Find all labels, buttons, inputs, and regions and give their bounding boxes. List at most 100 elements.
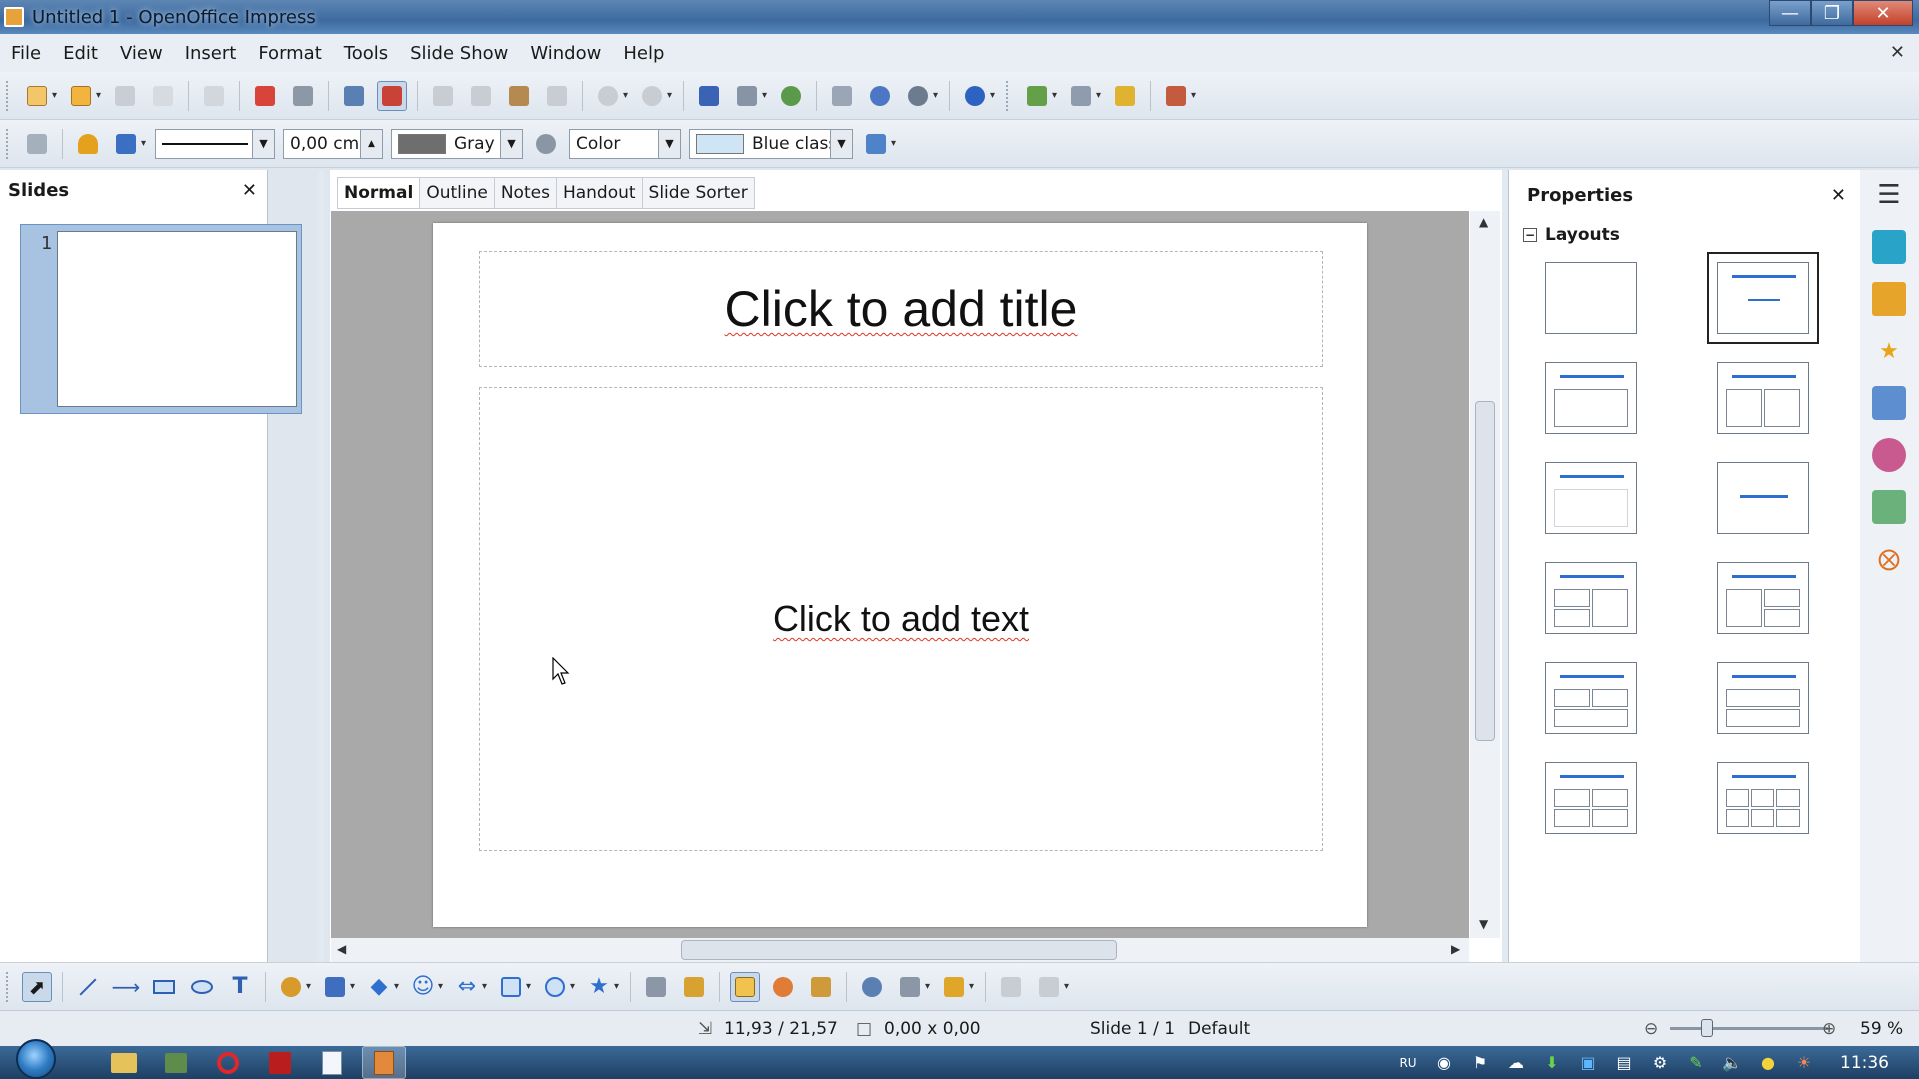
clone-formatting-icon[interactable] xyxy=(542,81,572,111)
table-dropdown-icon[interactable]: ▾ xyxy=(762,90,772,101)
close-window-button[interactable]: ✕ xyxy=(1853,0,1913,26)
glue-points-icon[interactable] xyxy=(679,972,709,1002)
slide-layout-dropdown-icon[interactable]: ▾ xyxy=(1096,90,1106,101)
layouts-section-header[interactable]: − Layouts xyxy=(1509,220,1860,250)
points-icon[interactable] xyxy=(641,972,671,1002)
layout-title-only[interactable] xyxy=(1545,462,1637,534)
slide-dropdown-icon[interactable]: ▾ xyxy=(1052,90,1062,101)
menu-file[interactable]: File xyxy=(0,43,52,64)
layout-content-over-two[interactable] xyxy=(1545,662,1637,734)
slide-icon[interactable] xyxy=(1022,81,1052,111)
menu-insert[interactable]: Insert xyxy=(174,43,248,64)
table-icon[interactable] xyxy=(732,81,762,111)
vertical-scroll-thumb[interactable] xyxy=(1475,401,1495,741)
styles-icon[interactable] xyxy=(22,129,52,159)
arrow-tool-icon[interactable]: ⟶ xyxy=(111,972,141,1002)
callouts-icon[interactable] xyxy=(540,972,570,1002)
styles-deck-icon[interactable] xyxy=(1872,438,1906,472)
arrow-style-icon[interactable] xyxy=(111,129,141,159)
writer-taskbar-icon[interactable] xyxy=(310,1046,354,1079)
export-pdf-icon[interactable] xyxy=(250,81,280,111)
cloud-icon[interactable]: ☁ xyxy=(1505,1052,1527,1074)
collapse-icon[interactable]: − xyxy=(1523,228,1537,242)
curve-icon[interactable] xyxy=(276,972,306,1002)
spin-icon[interactable]: ▲ xyxy=(360,129,382,158)
arrow-style-dropdown-icon[interactable]: ▾ xyxy=(141,138,151,149)
redo-icon[interactable] xyxy=(637,81,667,111)
horizontal-scroll-thumb[interactable] xyxy=(681,940,1117,960)
action-center-flag-icon[interactable]: ⚑ xyxy=(1469,1052,1491,1074)
network-icon[interactable]: ▤ xyxy=(1613,1052,1635,1074)
restore-button[interactable]: ❐ xyxy=(1811,0,1853,26)
fontwork-icon[interactable] xyxy=(776,81,806,111)
body-placeholder[interactable]: Click to add text xyxy=(479,387,1323,851)
start-button[interactable] xyxy=(16,1038,56,1079)
properties-deck-icon[interactable] xyxy=(1872,230,1906,264)
line-color-select[interactable]: Gray 6 ▼ xyxy=(391,128,523,159)
arrange-dropdown-icon[interactable]: ▾ xyxy=(969,981,979,992)
menu-slide-show[interactable]: Slide Show xyxy=(399,43,519,64)
copy-icon[interactable] xyxy=(466,81,496,111)
tab-outline[interactable]: Outline xyxy=(420,177,495,209)
chevron-down-icon[interactable]: ▼ xyxy=(830,129,852,158)
curve-dropdown-icon[interactable]: ▾ xyxy=(306,981,316,992)
area-style-select[interactable]: Color ▼ xyxy=(569,128,681,159)
select-icon[interactable]: ⬈ xyxy=(22,971,52,1002)
arrange-icon[interactable] xyxy=(939,972,969,1002)
custom-animation-deck-icon[interactable]: ★ xyxy=(1872,334,1906,368)
spellcheck-icon[interactable] xyxy=(339,81,369,111)
callouts-dropdown-icon[interactable]: ▾ xyxy=(570,981,580,992)
pdf-reader-taskbar-icon[interactable] xyxy=(258,1046,302,1079)
toolbar-overflow-icon[interactable]: ▾ xyxy=(891,138,901,149)
opera-taskbar-icon[interactable] xyxy=(206,1046,250,1079)
slide-layout-icon[interactable] xyxy=(1066,81,1096,111)
undo-icon[interactable] xyxy=(593,81,623,111)
app-taskbar-icon[interactable] xyxy=(154,1046,198,1079)
tab-notes[interactable]: Notes xyxy=(494,177,557,209)
symbol-shapes-icon[interactable]: ☺ xyxy=(408,972,438,1002)
toolbar-overflow-icon[interactable]: ▾ xyxy=(990,90,1000,101)
connector-icon[interactable] xyxy=(320,972,350,1002)
layout-blank[interactable] xyxy=(1545,262,1637,334)
layout-title-two-content[interactable] xyxy=(1717,362,1809,434)
line-icon[interactable] xyxy=(73,129,103,159)
slide-design-icon[interactable] xyxy=(1110,81,1140,111)
layout-four-content[interactable] xyxy=(1545,762,1637,834)
app-tray-icon[interactable]: ☀ xyxy=(1793,1052,1815,1074)
alignment-icon[interactable] xyxy=(895,972,925,1002)
ellipse-icon[interactable] xyxy=(187,972,217,1002)
navigator-deck-icon[interactable]: ⨂ xyxy=(1872,542,1906,576)
title-placeholder[interactable]: Click to add title xyxy=(479,251,1323,367)
settings-icon[interactable]: ⚙ xyxy=(1649,1052,1671,1074)
tab-slide-sorter[interactable]: Slide Sorter xyxy=(642,177,755,209)
splitter[interactable] xyxy=(318,170,324,962)
menu-help[interactable]: Help xyxy=(612,43,675,64)
scroll-right-icon[interactable]: ▶ xyxy=(1451,942,1460,956)
navigator-icon[interactable] xyxy=(865,81,895,111)
zoom-dropdown-icon[interactable]: ▾ xyxy=(933,90,943,101)
close-properties-icon[interactable]: ✕ xyxy=(1831,185,1846,206)
language-indicator[interactable]: RU xyxy=(1397,1052,1419,1074)
edit-file-icon[interactable] xyxy=(199,81,229,111)
interaction-icon[interactable] xyxy=(1034,972,1064,1002)
layout-title-content[interactable] xyxy=(1707,252,1819,344)
connector-dropdown-icon[interactable]: ▾ xyxy=(350,981,360,992)
zoom-in-icon[interactable]: ⊕ xyxy=(1822,1019,1836,1039)
insert-image-icon[interactable] xyxy=(806,972,836,1002)
layout-six-content[interactable] xyxy=(1717,762,1809,834)
layout-two-content-right-split[interactable] xyxy=(1717,562,1809,634)
horizontal-scrollbar[interactable]: ◀ ▶ xyxy=(331,938,1469,962)
chevron-down-icon[interactable]: ▼ xyxy=(500,129,522,158)
slide[interactable]: Click to add title Click to add text xyxy=(433,223,1367,927)
minimize-button[interactable]: — xyxy=(1769,0,1811,26)
stars-icon[interactable]: ★ xyxy=(584,972,614,1002)
print-icon[interactable] xyxy=(288,81,318,111)
menu-tools[interactable]: Tools xyxy=(333,43,399,64)
line-width-field[interactable]: 0,00 cm ▲ xyxy=(283,128,383,159)
extrusion-icon[interactable] xyxy=(996,972,1026,1002)
close-document-icon[interactable]: ✕ xyxy=(1890,42,1905,63)
auto-spellcheck-icon[interactable] xyxy=(377,80,407,111)
toolbar-overflow-icon[interactable]: ▾ xyxy=(1191,90,1201,101)
clock[interactable]: 11:36 xyxy=(1840,1053,1889,1073)
paste-icon[interactable] xyxy=(504,81,534,111)
